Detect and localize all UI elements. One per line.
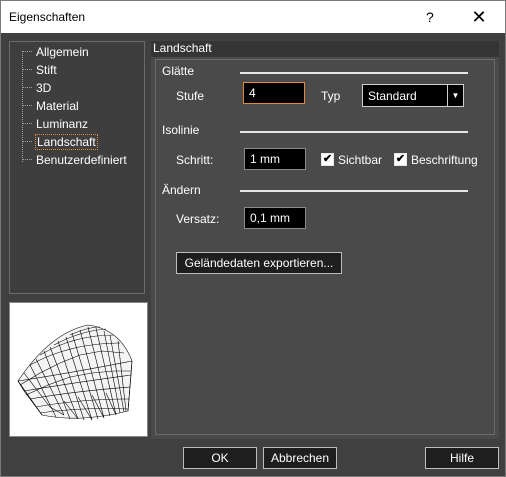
help-button[interactable]: Hilfe [425, 447, 499, 469]
beschriftung-label: Beschriftung [411, 153, 478, 167]
tree-item-luminanz[interactable]: Luminanz [36, 117, 88, 131]
panel-title: Landschaft [151, 41, 499, 57]
tree-connector [22, 141, 32, 142]
section-glaette: Glätte [162, 64, 195, 78]
typ-label: Typ [321, 89, 341, 103]
versatz-label: Versatz: [176, 212, 220, 226]
tree-connector [22, 51, 32, 52]
tree-item-benutzerdefiniert[interactable]: Benutzerdefiniert [36, 153, 127, 167]
help-icon[interactable]: ? [426, 9, 434, 25]
sichtbar-checkbox[interactable]: ✔ [321, 153, 334, 166]
tree-connector [22, 105, 32, 106]
title-bar: Eigenschaften ? ✕ [1, 1, 505, 33]
tree-item-landschaft[interactable]: Landschaft [35, 134, 98, 150]
typ-select[interactable]: Standard ▼ [362, 84, 464, 107]
schritt-label: Schritt: [176, 153, 214, 167]
cancel-button[interactable]: Abbrechen [263, 447, 337, 469]
section-isolinie: Isolinie [162, 123, 200, 137]
panel-content: Glätte Stufe 4 Typ Standard ▼ Isolinie S… [155, 59, 495, 435]
section-aendern: Ändern [162, 183, 201, 197]
category-tree: Allgemein Stift 3D Material Luminanz Lan… [9, 41, 145, 294]
tree-connector-line [22, 51, 23, 162]
landschaft-panel: Landschaft Glätte Stufe 4 Typ Standard ▼… [151, 41, 499, 439]
tree-item-3d[interactable]: 3D [36, 81, 51, 95]
stufe-label: Stufe [176, 89, 205, 103]
typ-select-value: Standard [368, 89, 417, 103]
beschriftung-checkbox[interactable]: ✔ [394, 153, 407, 166]
close-icon[interactable]: ✕ [464, 5, 494, 29]
tree-connector [22, 123, 32, 124]
tree-connector [22, 69, 32, 70]
section-divider [240, 131, 468, 133]
terrain-mesh-preview [17, 324, 133, 421]
window-title: Eigenschaften [9, 10, 86, 24]
stufe-input[interactable]: 4 [243, 82, 305, 104]
check-icon: ✔ [322, 153, 333, 165]
tree-item-material[interactable]: Material [36, 99, 79, 113]
sichtbar-label: Sichtbar [338, 153, 383, 167]
chevron-down-icon[interactable]: ▼ [447, 85, 463, 106]
tree-connector [22, 159, 32, 160]
versatz-input[interactable]: 0,1 mm [244, 207, 306, 229]
tree-item-allgemein[interactable]: Allgemein [36, 45, 89, 59]
export-terrain-button[interactable]: Geländedaten exportieren... [176, 252, 342, 274]
terrain-preview [9, 302, 148, 437]
check-icon: ✔ [395, 153, 406, 165]
ok-button[interactable]: OK [183, 447, 257, 469]
section-divider [240, 72, 468, 74]
tree-item-stift[interactable]: Stift [36, 63, 57, 77]
schritt-input[interactable]: 1 mm [244, 148, 306, 170]
properties-dialog: Eigenschaften ? ✕ Allgemein Stift 3D Mat… [0, 0, 506, 477]
tree-connector [22, 87, 32, 88]
section-divider [240, 190, 468, 192]
